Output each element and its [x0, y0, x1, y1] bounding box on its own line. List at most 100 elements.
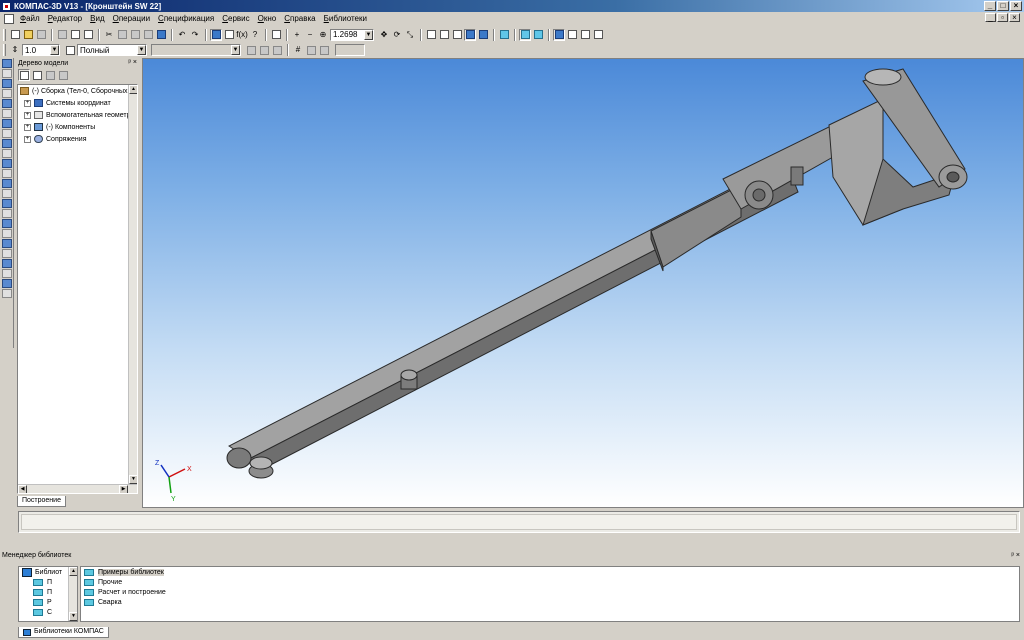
expand-icon[interactable]: + — [24, 135, 31, 143]
tree-view-icon[interactable] — [31, 69, 43, 81]
shaded-icon[interactable] — [464, 28, 476, 41]
grid-toggle-icon[interactable] — [258, 44, 270, 56]
maximize-button[interactable]: □ — [997, 1, 1009, 11]
menu-libraries[interactable]: Библиотеки — [320, 14, 371, 23]
doc-close-button[interactable]: × — [1009, 13, 1020, 22]
assembly-edit-icon[interactable] — [2, 59, 12, 68]
zoom-in-icon[interactable]: + — [291, 29, 303, 41]
scroll-down-icon[interactable]: ▼ — [129, 475, 137, 484]
menu-editor[interactable]: Редактор — [44, 14, 86, 23]
minimize-button[interactable]: _ — [984, 1, 996, 11]
tree-item-aux-geometry[interactable]: + Вспомогательная геометри — [18, 109, 137, 121]
filter-icon[interactable] — [519, 28, 531, 41]
preview-icon[interactable] — [69, 29, 81, 41]
step-icon[interactable]: ⇕ — [9, 44, 21, 56]
surfaces-icon[interactable] — [2, 79, 12, 88]
scroll-up-icon[interactable]: ▲ — [129, 85, 137, 94]
parts-icon[interactable] — [2, 259, 12, 268]
property-bar[interactable] — [18, 511, 1020, 533]
scroll-right-icon[interactable]: ▶ — [119, 485, 128, 493]
new-document-icon[interactable] — [9, 29, 21, 41]
rotate-icon[interactable]: ⟳ — [391, 29, 403, 41]
chevron-down-icon[interactable]: ▼ — [231, 45, 240, 55]
tree-filter-icon[interactable] — [57, 69, 69, 81]
snap-icon[interactable] — [223, 29, 235, 41]
snap-grid-icon[interactable] — [553, 28, 565, 41]
thin-lines-icon[interactable] — [451, 29, 463, 41]
collision-icon[interactable] — [2, 219, 12, 228]
filter-toggle-icon[interactable] — [245, 44, 257, 56]
aux-geometry-tool-icon[interactable] — [2, 89, 12, 98]
copy-icon[interactable] — [116, 29, 128, 41]
open-document-icon[interactable] — [22, 29, 34, 41]
tree-horizontal-scrollbar[interactable]: ◀ ▶ — [18, 484, 137, 493]
doc-minimize-button[interactable]: _ — [985, 13, 996, 22]
view-style-icon[interactable] — [64, 44, 76, 56]
sheet-icon[interactable] — [579, 29, 591, 41]
step-combo[interactable]: 1.0 ▼ — [22, 44, 60, 56]
paste-icon[interactable] — [129, 29, 141, 41]
filter-tool-icon[interactable] — [2, 119, 12, 128]
library-tool-icon[interactable] — [2, 249, 12, 258]
menu-operations[interactable]: Операции — [109, 14, 154, 23]
library-list-item[interactable]: Примеры библиотек — [81, 567, 1019, 577]
mate-tool-icon[interactable] — [2, 159, 12, 168]
library-list-item[interactable]: Расчет и построение — [81, 587, 1019, 597]
tree-item-mates[interactable]: + Сопряжения — [18, 133, 137, 145]
measure-icon[interactable] — [2, 109, 12, 118]
doc-restore-button[interactable]: ▫ — [997, 13, 1008, 22]
panel-pin-close-2[interactable]: ᵖ × — [1011, 552, 1020, 559]
assembly-model[interactable]: X Z Y — [143, 59, 1024, 508]
shaded-edges-icon[interactable] — [477, 29, 489, 41]
undo-icon[interactable]: ↶ — [176, 29, 188, 41]
format-painter-icon[interactable] — [142, 29, 154, 41]
chevron-down-icon[interactable]: ▼ — [50, 45, 59, 55]
variables-icon[interactable]: f(x) — [236, 29, 248, 41]
spatial-curves-icon[interactable] — [2, 69, 12, 78]
rotate-component-icon[interactable] — [2, 209, 12, 218]
pan-icon[interactable]: ✥ — [378, 29, 390, 41]
explode-icon[interactable] — [2, 239, 12, 248]
scroll-left-icon[interactable]: ◀ — [18, 485, 27, 493]
annotation-icon[interactable] — [2, 149, 12, 158]
expand-icon[interactable]: + — [24, 111, 31, 119]
library-tree-scrollbar[interactable]: ▲ ▼ — [68, 567, 77, 621]
table-icon[interactable] — [155, 29, 167, 41]
tree-item-coordinate-systems[interactable]: + Системы координат — [18, 97, 137, 109]
tab-construction[interactable]: Построение — [17, 496, 66, 507]
menu-window[interactable]: Окно — [254, 14, 281, 23]
orientation-icon[interactable]: ⤡ — [404, 29, 416, 41]
redo-icon[interactable]: ↷ — [189, 29, 201, 41]
move-component-icon[interactable] — [2, 199, 12, 208]
sketch-icon[interactable] — [2, 99, 12, 108]
wireframe-icon[interactable] — [425, 29, 437, 41]
library-list-item[interactable]: Сварка — [81, 597, 1019, 607]
manager-icon[interactable] — [210, 28, 222, 41]
perspective-icon[interactable] — [498, 29, 510, 41]
ortho-icon[interactable] — [305, 44, 317, 56]
macro-icon[interactable] — [2, 279, 12, 288]
report-tool-icon[interactable] — [2, 139, 12, 148]
selection-icon[interactable] — [532, 29, 544, 41]
menu-file[interactable]: Файл — [16, 14, 44, 23]
ortho-toggle-icon[interactable] — [271, 44, 283, 56]
cut-icon[interactable]: ✂ — [103, 29, 115, 41]
zoom-out-icon[interactable]: − — [304, 29, 316, 41]
library-list-item[interactable]: Прочие — [81, 577, 1019, 587]
properties-icon[interactable] — [82, 29, 94, 41]
toolbar-grip-2[interactable] — [3, 44, 6, 56]
chevron-down-icon[interactable]: ▼ — [364, 29, 373, 40]
menu-view[interactable]: Вид — [86, 14, 108, 23]
print-icon[interactable] — [56, 29, 68, 41]
style-combo[interactable]: Полный ▼ — [77, 44, 147, 56]
help-pointer-icon[interactable]: ? — [249, 29, 261, 41]
report-icon[interactable] — [592, 29, 604, 41]
settings-tool-icon[interactable] — [2, 289, 12, 298]
fasteners-icon[interactable] — [2, 269, 12, 278]
close-button[interactable]: × — [1010, 1, 1022, 11]
model-viewport[interactable]: X Z Y — [142, 58, 1024, 508]
save-icon[interactable] — [35, 29, 47, 41]
document-icon[interactable] — [4, 13, 14, 24]
tree-split-icon[interactable] — [44, 69, 56, 81]
component-tool-icon[interactable] — [2, 169, 12, 178]
